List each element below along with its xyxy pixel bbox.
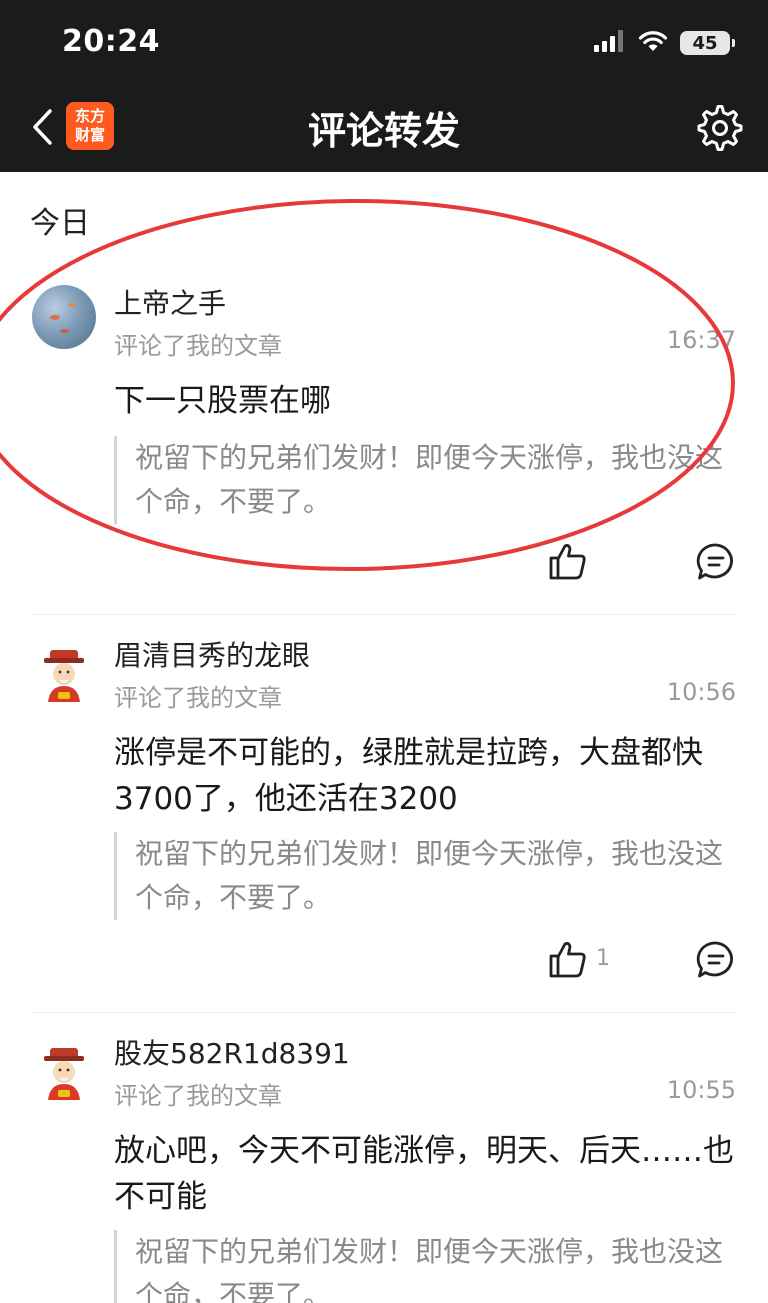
quoted-article[interactable]: 祝留下的兄弟们发财！即便今天涨停，我也没这个命，不要了。 [114,1230,738,1303]
reply-button[interactable] [696,542,736,582]
comment-bubble-icon [696,941,733,978]
thumbs-up-icon [549,942,586,978]
comment-bubble-icon [696,543,733,580]
comment-text: 放心吧，今天不可能涨停，明天、后天……也不可能 [114,1133,734,1215]
username[interactable]: 眉清目秀的龙眼 [114,634,310,674]
quoted-article[interactable]: 祝留下的兄弟们发财！即便今天涨停，我也没这个命，不要了。 [114,436,738,524]
avatar[interactable] [32,1042,96,1106]
like-button[interactable] [548,542,588,582]
action-text: 评论了我的文章 [114,684,282,712]
top-bar: 20:24 45 东方 财富 评论转发 [0,0,768,172]
quoted-article[interactable]: 祝留下的兄弟们发财！即便今天涨停，我也没这个命，不要了。 [114,832,738,920]
timestamp: 16:37 [666,326,736,354]
section-label-today: 今日 [30,206,90,241]
action-text: 评论了我的文章 [114,332,282,360]
status-icons: 45 [594,26,735,60]
signal-icon [594,30,626,56]
like-button[interactable] [548,940,588,980]
timestamp: 10:55 [666,1076,736,1104]
divider [32,1012,736,1013]
action-text: 评论了我的文章 [114,1082,282,1110]
avatar[interactable] [32,644,96,708]
username[interactable]: 上帝之手 [114,282,226,322]
settings-button[interactable] [696,104,744,152]
god-of-wealth-avatar-icon [44,650,84,702]
username[interactable]: 股友582R1d8391 [114,1032,350,1072]
comment-text: 下一只股票在哪 [114,383,331,419]
god-of-wealth-avatar-icon [44,1048,84,1100]
wifi-icon [638,30,668,56]
gear-icon [697,105,743,151]
timestamp: 10:56 [666,678,736,706]
divider [32,614,736,615]
page-title: 评论转发 [307,109,460,153]
like-count: 1 [596,946,610,971]
reply-button[interactable] [696,940,736,980]
avatar[interactable] [32,285,96,349]
thumbs-up-icon [549,544,586,580]
comment-text: 涨停是不可能的，绿胜就是拉跨，大盘都快3700了，他还活在3200 [114,735,703,817]
status-time: 20:24 [62,24,160,59]
battery-icon: 45 [680,31,735,55]
